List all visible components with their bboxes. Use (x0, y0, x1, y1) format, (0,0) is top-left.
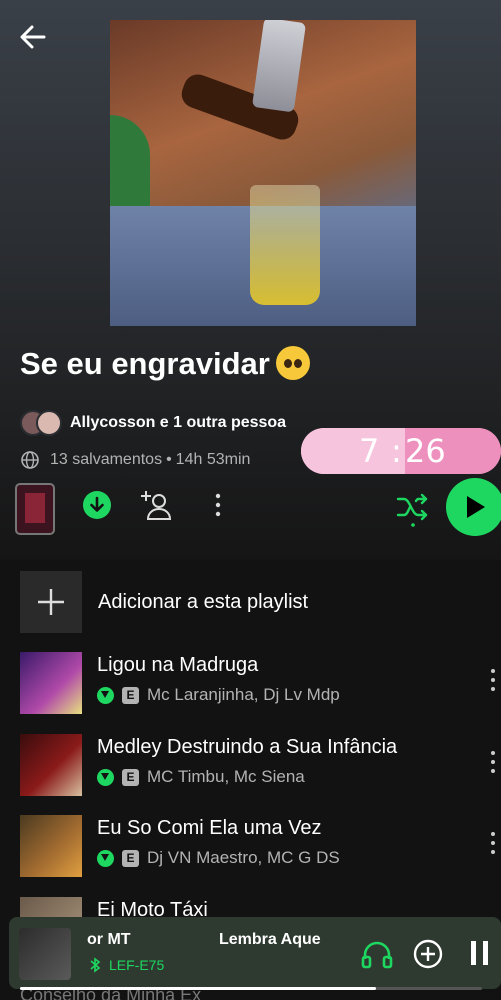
connected-device[interactable]: LEF-E75 (89, 957, 164, 973)
explicit-badge: E (122, 768, 139, 786)
playlist-title: Se eu engravidar (20, 346, 310, 382)
track-subtitle: E MC Timbu, Mc Siena (97, 767, 305, 787)
track-title: Ligou na Madruga (97, 654, 259, 676)
playlist-owners[interactable]: Allycosson e 1 outra pessoa (20, 408, 286, 438)
connect-device-button[interactable] (361, 939, 393, 974)
device-name: LEF-E75 (109, 957, 165, 973)
downloaded-icon (97, 768, 114, 786)
track-row[interactable]: Eu So Comi Ela uma Vez E Dj VN Maestro, … (20, 815, 501, 877)
add-collaborator-button[interactable] (140, 488, 174, 522)
globe-icon (21, 451, 39, 469)
owners-label: Allycosson e 1 outra pessoa (70, 414, 287, 431)
track-artists: Dj VN Maestro, MC G DS (147, 848, 340, 867)
track-cover-art (20, 815, 82, 877)
play-icon (467, 496, 485, 518)
track-title: Medley Destruindo a Sua Infância (97, 736, 398, 758)
now-playing-cover-art (19, 928, 71, 980)
playback-progress-fill[interactable] (20, 987, 376, 990)
now-playing-bar[interactable]: or MT Lembra Aque LEF-E75 (9, 917, 501, 989)
saves-count: 13 salvamentos (50, 451, 163, 468)
clock-hours: 7 (359, 432, 380, 470)
track-cover-art (20, 652, 82, 714)
now-playing-title-scroll-b: Lembra Aque (219, 931, 321, 948)
track-cover-art (20, 734, 82, 796)
floating-clock-widget[interactable]: 7 : 26 (301, 428, 501, 474)
clock-colon: : (391, 432, 402, 470)
play-button[interactable] (446, 478, 501, 536)
vertical-dots-icon (491, 669, 495, 691)
add-to-library-button[interactable] (413, 939, 443, 974)
download-button[interactable] (82, 490, 112, 520)
track-artists: Mc Laranjinha, Dj Lv Mdp (147, 685, 340, 704)
separator: • (166, 451, 172, 468)
pause-icon (471, 941, 488, 965)
more-options-button[interactable] (208, 490, 228, 520)
playlist-duration: 14h 53min (175, 451, 251, 468)
downloaded-icon (97, 686, 114, 704)
playlist-meta: 13 salvamentos • 14h 53min (20, 450, 250, 470)
explicit-badge: E (122, 849, 139, 867)
add-to-playlist-row[interactable]: Adicionar a esta playlist (20, 571, 308, 633)
bluetooth-icon (90, 957, 101, 973)
track-row[interactable]: Medley Destruindo a Sua Infância E MC Ti… (20, 734, 501, 796)
now-playing-title-scroll-a: or MT (87, 931, 131, 948)
track-more-button[interactable] (490, 668, 498, 698)
vertical-dots-icon (215, 493, 221, 517)
vertical-dots-icon (491, 832, 495, 854)
clock-minutes: 26 (405, 432, 446, 470)
track-more-button[interactable] (490, 831, 498, 861)
track-subtitle: E Mc Laranjinha, Dj Lv Mdp (97, 685, 340, 705)
track-title: Eu So Comi Ela uma Vez (97, 817, 322, 839)
track-subtitle: E Dj VN Maestro, MC G DS (97, 848, 340, 868)
explicit-badge: E (122, 686, 139, 704)
add-user-icon (141, 491, 172, 520)
plus-icon (38, 589, 64, 615)
download-circle-icon (83, 491, 111, 519)
avatar (36, 410, 62, 436)
headphones-icon (361, 941, 393, 969)
back-arrow-icon (20, 25, 46, 49)
playlist-cover-image (110, 20, 416, 326)
downloaded-icon (97, 849, 114, 867)
track-row[interactable]: Ligou na Madruga E Mc Laranjinha, Dj Lv … (20, 652, 501, 714)
plus-circle-icon (413, 939, 443, 969)
track-more-button[interactable] (490, 750, 498, 780)
back-button[interactable] (16, 20, 50, 54)
pause-button[interactable] (469, 939, 491, 972)
plus-icon-box (20, 571, 82, 633)
shuffle-button[interactable] (396, 492, 430, 527)
vertical-dots-icon (491, 751, 495, 773)
track-artists: MC Timbu, Mc Siena (147, 767, 305, 786)
playlist-preview-thumbnail[interactable] (15, 483, 55, 535)
add-to-playlist-label: Adicionar a esta playlist (98, 590, 309, 613)
shuffle-icon (396, 493, 428, 527)
pleading-face-emoji-icon (275, 346, 310, 380)
